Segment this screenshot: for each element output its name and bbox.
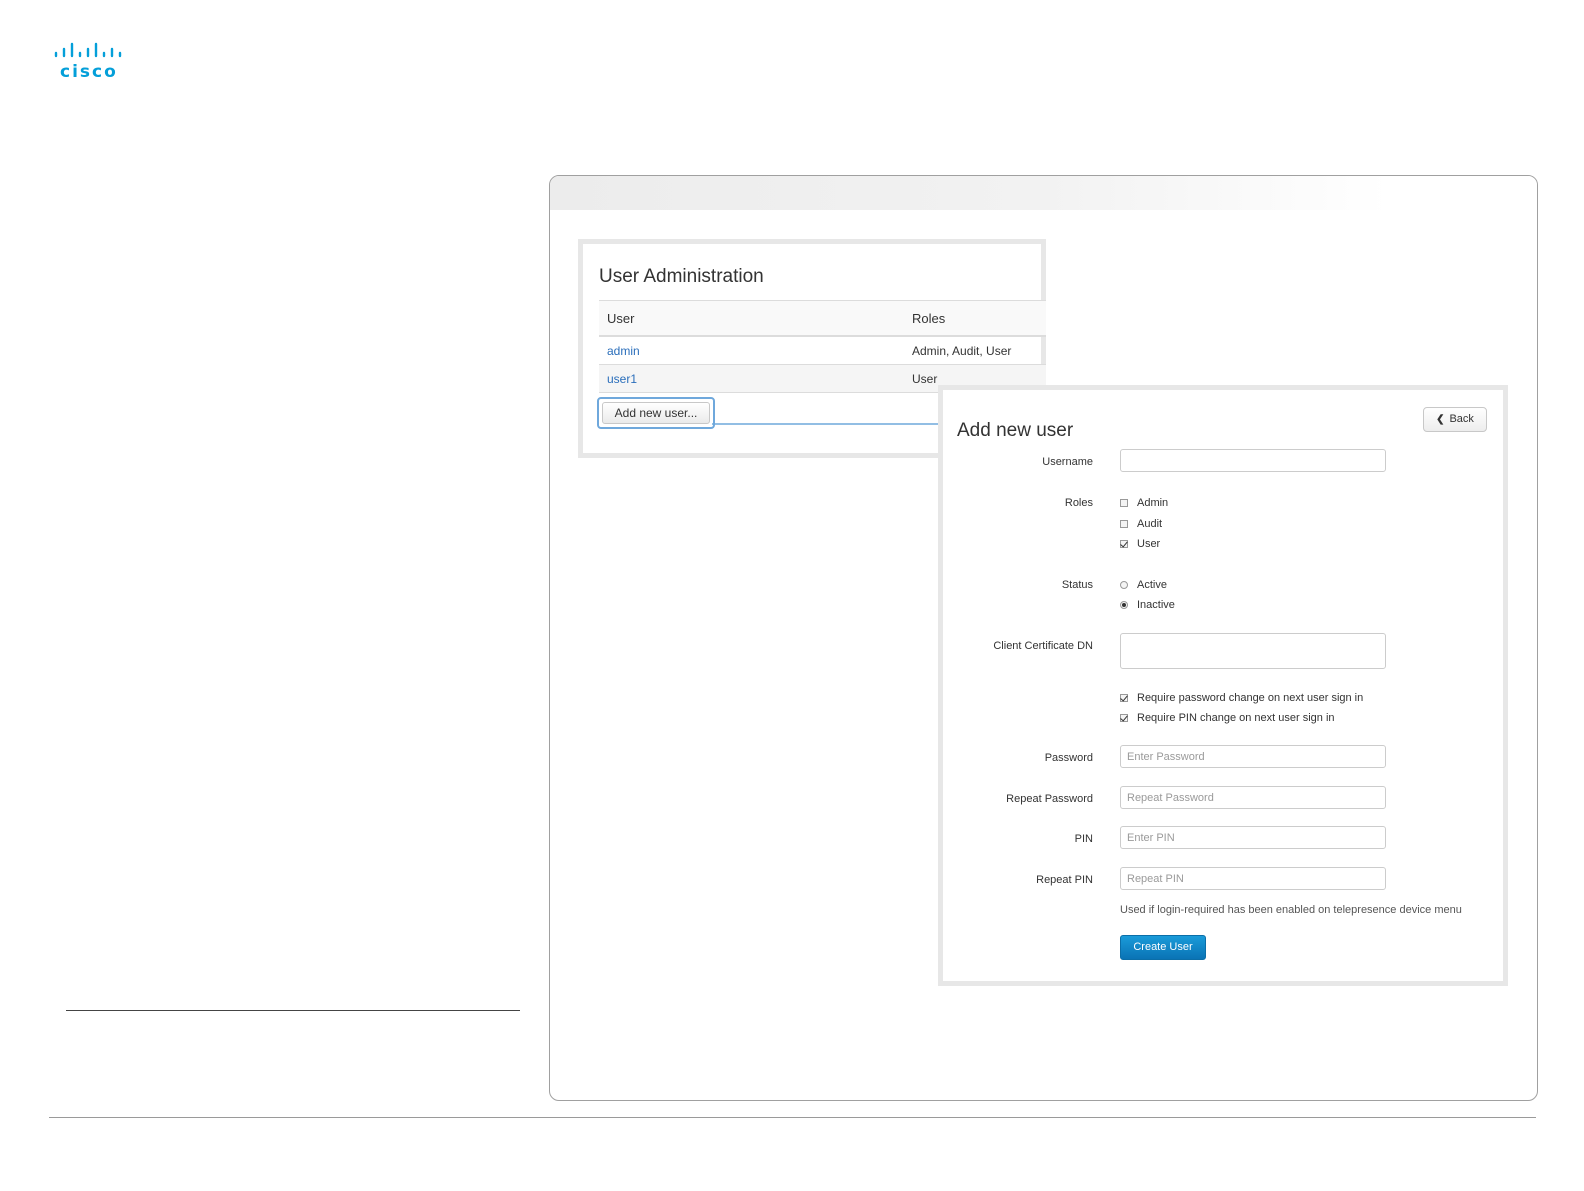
user-link-admin[interactable]: admin <box>607 344 640 358</box>
cisco-bars-icon <box>54 42 122 58</box>
repeat-password-label: Repeat Password <box>1006 793 1093 805</box>
role-user-checkbox[interactable] <box>1120 540 1128 548</box>
require-pin-change-option[interactable]: Require PIN change on next user sign in <box>1120 712 1335 724</box>
role-audit-checkbox[interactable] <box>1120 520 1128 528</box>
chevron-left-icon: ❮ <box>1436 414 1445 425</box>
status-active-option[interactable]: Active <box>1120 579 1167 591</box>
password-label: Password <box>1044 752 1093 764</box>
table-cell-user: admin <box>599 336 904 365</box>
role-audit-label: Audit <box>1137 518 1163 530</box>
pin-help-text: Used if login-required has been enabled … <box>1120 904 1462 916</box>
table-cell-user: user1 <box>599 364 904 393</box>
repeat-pin-label: Repeat PIN <box>1036 874 1093 886</box>
cisco-wordmark: cisco <box>60 62 118 82</box>
repeat-pin-input[interactable] <box>1120 867 1386 890</box>
client-cert-textarea[interactable] <box>1120 633 1386 669</box>
user-link-user1[interactable]: user1 <box>607 372 637 386</box>
back-button[interactable]: ❮ Back <box>1423 407 1487 432</box>
require-pin-change-checkbox[interactable] <box>1120 714 1128 722</box>
status-active-label: Active <box>1137 579 1167 591</box>
table-cell-roles: Admin, Audit, User <box>904 336 1046 365</box>
create-user-button[interactable]: Create User <box>1120 935 1206 960</box>
role-admin-label: Admin <box>1137 497 1169 509</box>
column-header-roles: Roles <box>904 300 1046 337</box>
status-inactive-radio[interactable] <box>1120 601 1128 609</box>
repeat-password-input[interactable] <box>1120 786 1386 809</box>
frame-header-bar <box>550 176 1537 210</box>
client-cert-label: Client Certificate DN <box>993 640 1093 652</box>
require-password-change-option[interactable]: Require password change on next user sig… <box>1120 692 1363 704</box>
user-table: User Roles admin Admin, Audit, User user… <box>599 300 1046 393</box>
add-user-title: Add new user <box>957 420 1074 441</box>
role-admin-checkbox[interactable] <box>1120 499 1128 507</box>
role-audit-option[interactable]: Audit <box>1120 518 1162 530</box>
roles-label: Roles <box>1064 497 1093 509</box>
username-label: Username <box>1042 456 1093 468</box>
role-admin-option[interactable]: Admin <box>1120 497 1168 509</box>
status-label: Status <box>1061 579 1093 591</box>
username-input[interactable] <box>1120 449 1386 472</box>
password-input[interactable] <box>1120 745 1386 768</box>
status-inactive-option[interactable]: Inactive <box>1120 599 1175 611</box>
table-header-row: User Roles <box>599 300 1046 337</box>
require-password-change-checkbox[interactable] <box>1120 694 1128 702</box>
divider-left <box>66 1010 520 1011</box>
role-user-label: User <box>1137 538 1161 550</box>
pin-label: PIN <box>1074 833 1093 845</box>
table-row: admin Admin, Audit, User <box>599 336 1046 365</box>
require-pin-change-label: Require PIN change on next user sign in <box>1137 712 1335 724</box>
status-active-radio[interactable] <box>1120 581 1128 589</box>
cisco-logo: cisco <box>54 42 128 82</box>
pin-input[interactable] <box>1120 826 1386 849</box>
panel-title: User Administration <box>599 266 764 287</box>
status-inactive-label: Inactive <box>1137 599 1175 611</box>
back-label: Back <box>1449 413 1474 425</box>
add-new-user-button[interactable]: Add new user... <box>602 402 710 424</box>
add-user-highlight: Add new user... <box>597 397 715 429</box>
require-password-change-label: Require password change on next user sig… <box>1137 692 1364 704</box>
add-new-user-panel: Add new user ❮ Back Username Roles Admin … <box>938 385 1508 986</box>
role-user-option[interactable]: User <box>1120 538 1160 550</box>
column-header-user: User <box>599 300 904 337</box>
divider-bottom <box>49 1117 1536 1118</box>
connector-arrow-icon <box>712 421 950 428</box>
